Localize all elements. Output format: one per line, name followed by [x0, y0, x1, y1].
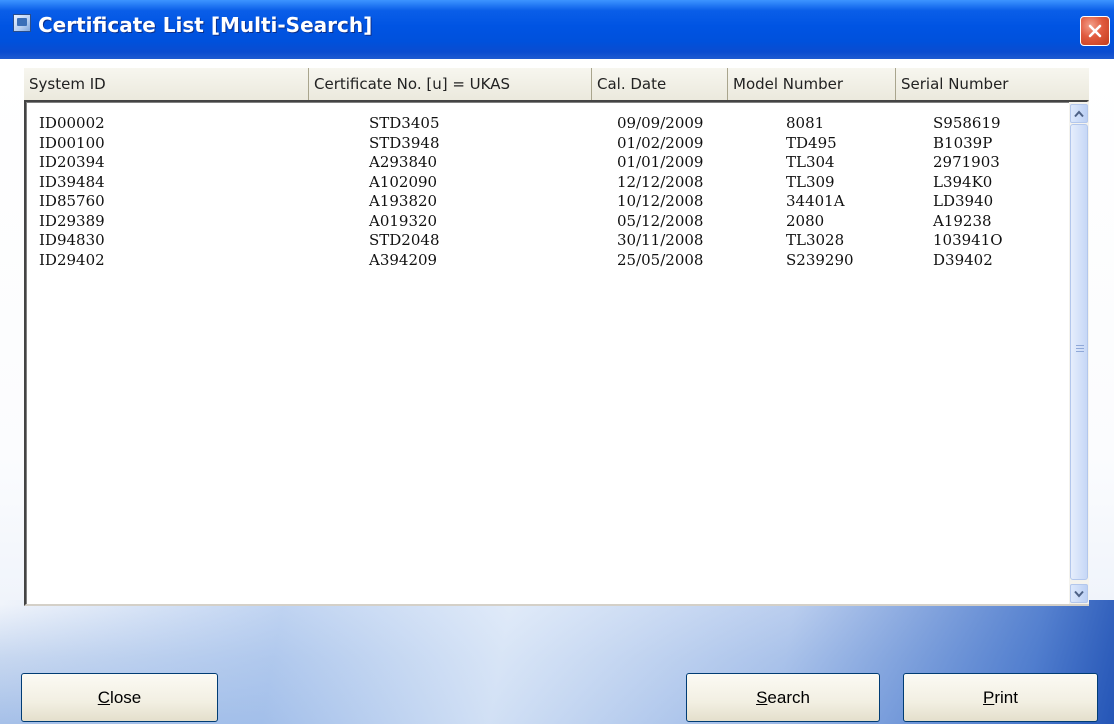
cell-cal-date: 01/02/2009 [617, 133, 704, 152]
cell-system-id: ID00002 [39, 114, 105, 132]
scrollbar-thumb[interactable] [1070, 124, 1088, 580]
list-item[interactable]: ID85760 A193820 10/12/2008 34401A LD3940 [26, 192, 1071, 212]
close-button[interactable]: Close [21, 673, 218, 722]
cell-system-id: ID00100 [39, 133, 105, 152]
window-title: Certificate List [Multi-Search] [38, 13, 373, 37]
cell-cal-date: 25/05/2008 [617, 250, 704, 269]
cell-cal-date: 09/09/2009 [617, 114, 704, 132]
cell-serial-number: D39402 [933, 250, 993, 269]
cell-serial-number: 2971903 [933, 153, 1000, 171]
cell-model-number: S239290 [786, 250, 854, 269]
cell-model-number: 2080 [786, 211, 825, 230]
column-header-serial-number[interactable]: Serial Number [896, 68, 1089, 100]
cell-serial-number: A19238 [933, 211, 992, 230]
chevron-down-icon [1074, 590, 1084, 598]
cell-certificate-no: A394209 [369, 250, 438, 269]
cell-cal-date: 10/12/2008 [617, 192, 704, 210]
app-icon [13, 14, 31, 32]
list-item[interactable]: ID00002 STD3405 09/09/2009 8081 S958619 [26, 114, 1071, 134]
cell-serial-number: 103941O [933, 231, 1003, 249]
search-button-mnemonic: S [756, 687, 768, 707]
list-item[interactable]: ID39484 A102090 12/12/2008 TL309 L394K0 [26, 173, 1071, 193]
cell-cal-date: 05/12/2008 [617, 211, 704, 230]
cell-model-number: TL309 [786, 172, 835, 191]
cell-system-id: ID94830 [39, 231, 105, 249]
window-close-button[interactable] [1080, 16, 1110, 46]
chevron-up-icon [1074, 109, 1084, 117]
cell-serial-number: S958619 [933, 114, 1001, 132]
cell-system-id: ID85760 [39, 192, 105, 210]
vertical-scrollbar[interactable] [1069, 102, 1089, 604]
cell-certificate-no: A102090 [369, 172, 438, 191]
certificate-list[interactable]: ID00002 STD3405 09/09/2009 8081 S958619 … [24, 100, 1089, 606]
cell-certificate-no: STD2048 [369, 231, 440, 249]
column-header-model-number[interactable]: Model Number [728, 68, 896, 100]
list-rows: ID00002 STD3405 09/09/2009 8081 S958619 … [26, 114, 1071, 270]
scroll-up-button[interactable] [1070, 104, 1088, 123]
list-item[interactable]: ID94830 STD2048 30/11/2008 TL3028 103941… [26, 231, 1071, 251]
cell-certificate-no: STD3948 [369, 133, 440, 152]
column-header-row: System ID Certificate No. [u] = UKAS Cal… [24, 68, 1089, 101]
cell-certificate-no: A293840 [369, 153, 438, 171]
cell-model-number: TL304 [786, 153, 835, 171]
cell-model-number: TD495 [786, 133, 837, 152]
cell-model-number: 34401A [786, 192, 845, 210]
grip-icon [1076, 345, 1084, 354]
cell-system-id: ID39484 [39, 172, 105, 191]
close-icon [1088, 24, 1102, 38]
title-bar[interactable]: Certificate List [Multi-Search] [0, 0, 1114, 59]
cell-system-id: ID29389 [39, 211, 105, 230]
cell-serial-number: L394K0 [933, 172, 993, 191]
search-button[interactable]: Search [686, 673, 880, 722]
cell-certificate-no: A019320 [369, 211, 438, 230]
cell-certificate-no: A193820 [369, 192, 438, 210]
column-header-certificate-no[interactable]: Certificate No. [u] = UKAS [309, 68, 592, 100]
cell-serial-number: LD3940 [933, 192, 994, 210]
search-button-label: earch [767, 687, 810, 707]
cell-system-id: ID29402 [39, 250, 105, 269]
cell-cal-date: 12/12/2008 [617, 172, 704, 191]
scroll-down-button[interactable] [1070, 584, 1088, 603]
cell-model-number: 8081 [786, 114, 825, 132]
column-header-cal-date[interactable]: Cal. Date [592, 68, 728, 100]
close-button-label: lose [110, 687, 142, 707]
cell-cal-date: 30/11/2008 [617, 231, 704, 249]
list-item[interactable]: ID29402 A394209 25/05/2008 S239290 D3940… [26, 251, 1071, 271]
cell-serial-number: B1039P [933, 133, 993, 152]
cell-system-id: ID20394 [39, 153, 105, 171]
close-button-mnemonic: C [97, 687, 111, 707]
print-button[interactable]: Print [903, 673, 1098, 722]
cell-cal-date: 01/01/2009 [617, 153, 704, 171]
certificate-list-window: Certificate List [Multi-Search] System I… [0, 0, 1114, 724]
list-item[interactable]: ID29389 A019320 05/12/2008 2080 A19238 [26, 212, 1071, 232]
list-item[interactable]: ID00100 STD3948 01/02/2009 TD495 B1039P [26, 134, 1071, 154]
print-button-mnemonic: P [983, 687, 995, 707]
list-item[interactable]: ID20394 A293840 01/01/2009 TL304 2971903 [26, 153, 1071, 173]
column-header-system-id[interactable]: System ID [24, 68, 309, 100]
print-button-label: rint [994, 687, 1018, 707]
cell-certificate-no: STD3405 [369, 114, 440, 132]
cell-model-number: TL3028 [786, 231, 845, 249]
